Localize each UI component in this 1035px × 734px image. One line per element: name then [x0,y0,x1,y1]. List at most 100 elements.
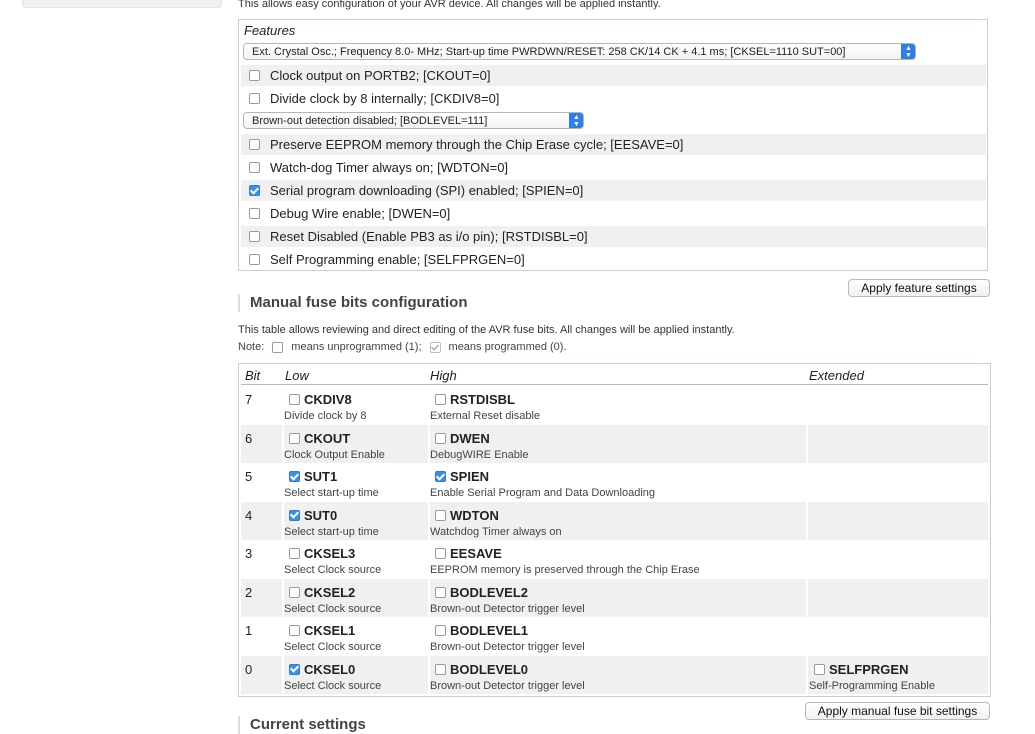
fuse-bit-toggle[interactable]: CKDIV8 [284,392,352,407]
dwen-checkbox[interactable] [249,208,260,219]
programmed-sample-checkbox [429,341,441,353]
fuse-bit-toggle[interactable]: SPIEN [430,469,489,484]
bit-number: 3 [245,546,253,561]
fuse-bit-toggle[interactable]: BODLEVEL2 [430,585,528,600]
fuse-bit-toggle[interactable]: CKSEL3 [284,546,355,561]
fuse-bit-toggle[interactable]: CKSEL1 [284,623,355,638]
spien-checkbox[interactable] [249,185,260,196]
fuse-bit-description: Clock Output Enable [284,448,385,461]
fuse-bit-checkbox[interactable] [289,625,300,636]
fuse-bit-toggle[interactable]: SUT0 [284,508,337,523]
fuse-bit-name: CKDIV8 [304,392,352,407]
fuse-bit-toggle[interactable]: DWEN [430,431,490,446]
fuse-bit-name: CKSEL2 [304,584,356,600]
current-settings-heading: Current settings [238,716,366,734]
fuse-bit-toggle[interactable]: BODLEVEL1 [430,623,528,638]
fuse-bit-checkbox[interactable] [289,586,300,598]
fuse-bit-toggle[interactable]: BODLEVEL0 [430,662,528,677]
fuse-bit-toggle[interactable]: CKSEL2 [284,585,355,600]
fuse-bit-name: EESAVE [450,546,502,561]
fuse-bit-toggle[interactable]: SUT1 [284,469,337,484]
fuse-bit-description: Select Clock source [284,679,382,692]
clock-output-checkbox[interactable] [249,70,260,81]
note-unprogrammed: means unprogrammed (1); [291,341,422,353]
header-extended: Extended [809,368,864,383]
fuse-bit-checkbox[interactable] [435,625,446,636]
feature-selfprgen-row[interactable]: Self Programming enable; [SELFPRGEN=0] [241,249,986,270]
fuse-row: 5 SUT1 Select start-up time SPIEN Enable Ser… [241,463,988,501]
feature-eesave-row[interactable]: Preserve EEPROM memory through the Chip … [241,134,986,155]
selfprgen-label: Self Programming enable; [SELFPRGEN=0] [270,252,525,267]
fuse-bit-checkbox[interactable] [435,432,446,444]
eesave-checkbox[interactable] [249,139,260,150]
fuse-bit-name: SPIEN [450,469,490,484]
bit-number: 1 [245,623,253,638]
fuse-bit-name: SUT0 [304,507,338,523]
selfprgen-checkbox[interactable] [249,254,260,265]
note-programmed: means programmed (0). [448,341,567,353]
fuse-bit-checkbox[interactable] [435,471,446,482]
fuse-bit-toggle[interactable]: EESAVE [430,546,502,561]
column-divider [806,655,808,694]
brownout-select[interactable]: Brown-out detection disabled; [BODLEVEL=… [243,112,584,129]
fuse-bit-name: SELFPRGEN [829,661,909,677]
header-bit: Bit [245,368,261,383]
fuse-bit-name: CKSEL1 [304,623,356,638]
fuse-bit-name: CKSEL0 [304,661,356,677]
fuse-bit-toggle[interactable]: CKSEL0 [284,662,355,677]
bit-number: 6 [245,430,253,446]
fuse-bit-checkbox[interactable] [435,586,446,598]
clock-source-select[interactable]: Ext. Crystal Osc.; Frequency 8.0- MHz; S… [243,43,916,60]
fuse-bit-checkbox[interactable] [814,663,825,675]
fuse-bit-description: Watchdog Timer always on [430,525,562,538]
fuse-bit-toggle[interactable]: SELFPRGEN [809,662,908,677]
bit-number: 5 [245,469,253,484]
fuse-bit-description: Brown-out Detector trigger level [430,602,585,615]
fuse-bit-checkbox[interactable] [289,548,300,559]
divide-clock-checkbox[interactable] [249,93,260,104]
feature-rstdisbl-row[interactable]: Reset Disabled (Enable PB3 as i/o pin); … [241,226,986,247]
column-divider [806,424,808,463]
fuse-bit-name: CKOUT [304,430,351,446]
fuse-bit-checkbox[interactable] [289,663,300,675]
fuse-bit-description: Brown-out Detector trigger level [430,679,585,692]
fuse-bit-checkbox[interactable] [289,509,300,521]
feature-wdton-row[interactable]: Watch-dog Timer always on; [WDTON=0] [241,157,986,178]
feature-divide-clock-row[interactable]: Divide clock by 8 internally; [CKDIV8=0] [241,88,986,109]
apply-manual-fuse-button[interactable]: Apply manual fuse bit settings [805,702,990,720]
fuse-bit-description: External Reset disable [430,410,541,422]
feature-spien-row[interactable]: Serial program downloading (SPI) enabled… [241,180,986,201]
divide-clock-label: Divide clock by 8 internally; [CKDIV8=0] [270,91,500,106]
fuse-bit-description: Select Clock source [284,564,382,576]
fuse-bit-name: SUT1 [304,469,338,484]
column-divider [806,578,808,617]
select-arrows-icon: ▲ ▼ [901,44,915,59]
bit-number: 4 [245,507,253,523]
apply-feature-settings-button[interactable]: Apply feature settings [848,279,990,297]
sidebar-panel [22,0,222,8]
fuse-bit-toggle[interactable]: RSTDISBL [430,392,515,407]
header-divider [241,384,988,385]
fuse-bit-toggle[interactable]: WDTON [430,508,499,523]
fuse-bit-checkbox[interactable] [289,471,300,482]
fuse-bit-checkbox[interactable] [435,509,446,521]
fuse-bit-checkbox[interactable] [435,548,446,559]
wdton-checkbox[interactable] [249,162,260,173]
fuse-bit-checkbox[interactable] [289,432,300,444]
fuse-bit-checkbox[interactable] [435,663,446,675]
spien-label: Serial program downloading (SPI) enabled… [270,183,584,198]
rstdisbl-checkbox[interactable] [249,231,260,242]
note-prefix: Note: [238,341,265,353]
feature-clock-output-row[interactable]: Clock output on PORTB2; [CKOUT=0] [241,65,986,86]
fuse-bit-toggle[interactable]: CKOUT [284,431,350,446]
fuse-bit-checkbox[interactable] [289,394,300,405]
unprogrammed-sample-checkbox [272,341,284,353]
feature-dwen-row[interactable]: Debug Wire enable; [DWEN=0] [241,203,986,224]
clock-source-value: Ext. Crystal Osc.; Frequency 8.0- MHz; S… [252,45,846,58]
bit-number: 2 [245,584,253,600]
header-low: Low [285,368,309,383]
column-divider [806,463,808,501]
fuse-bit-description: Select Clock source [284,641,382,653]
fuse-bit-checkbox[interactable] [435,394,446,405]
header-high: High [430,368,457,383]
